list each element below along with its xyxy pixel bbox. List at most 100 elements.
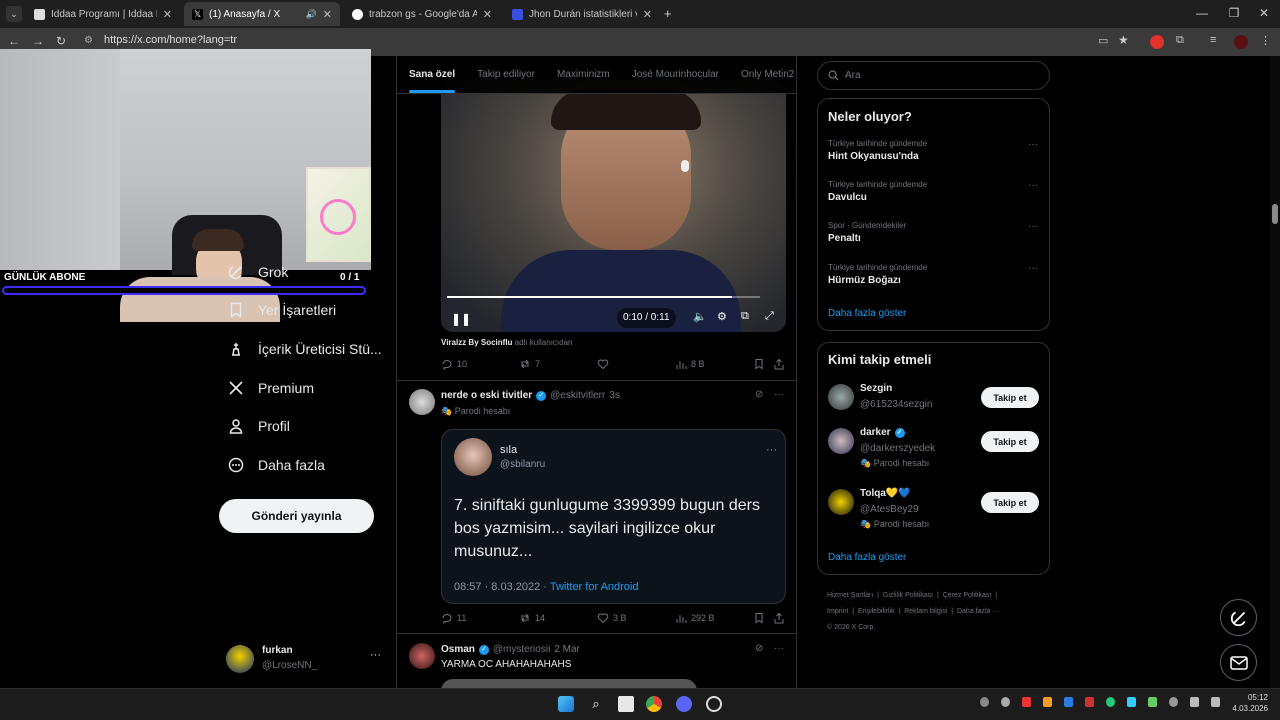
browser-tab-iddaa[interactable]: İddaa Programı | İddaa Bülteni ✕ bbox=[26, 2, 180, 26]
quoted-post[interactable]: sıla @sbilanru ··· 7. siniftaki gunlugum… bbox=[441, 429, 786, 604]
messages-float-button[interactable] bbox=[1220, 644, 1257, 681]
like-action[interactable] bbox=[597, 358, 675, 370]
post-avatar[interactable] bbox=[409, 643, 435, 669]
quoted-more-icon[interactable]: ··· bbox=[766, 444, 777, 456]
account-switcher[interactable]: furkan @LroseNN_ ··· bbox=[226, 644, 386, 676]
fullscreen-icon[interactable]: ⤢ bbox=[765, 310, 774, 323]
grok-post-icon[interactable]: ⊘ bbox=[755, 643, 763, 654]
post-more-icon[interactable]: ··· bbox=[774, 389, 784, 400]
trend-item[interactable]: Türkiye tarihinde gündemde Hürmüz Boğazı… bbox=[828, 263, 1043, 286]
reading-list-icon[interactable]: ≡ bbox=[1210, 34, 1216, 46]
tray-icon[interactable] bbox=[1043, 697, 1052, 707]
site-info-icon[interactable]: ⚙ bbox=[84, 35, 93, 46]
close-tab-icon[interactable]: ✕ bbox=[483, 8, 492, 21]
post-more-icon[interactable]: ··· bbox=[774, 643, 784, 654]
trend-more-icon[interactable]: ··· bbox=[1028, 263, 1038, 274]
bookmark-action[interactable] bbox=[753, 612, 773, 624]
trends-show-more[interactable]: Daha fazla göster bbox=[828, 308, 906, 319]
tray-icon[interactable] bbox=[1127, 697, 1136, 707]
follow-button[interactable]: Takip et bbox=[981, 492, 1039, 513]
nav-creator-studio[interactable]: İçerik Üreticisi Stü... bbox=[228, 341, 382, 357]
footer-link[interactable]: Reklam bilgisi bbox=[904, 608, 947, 615]
follow-suggestion[interactable]: Tolqa💛💙 @AtesBey29 🎭 Parodi hesabı Takip… bbox=[828, 488, 1043, 532]
chrome-taskbar-icon[interactable] bbox=[646, 696, 662, 712]
close-tab-icon[interactable]: ✕ bbox=[643, 8, 652, 21]
footer-link[interactable]: Imprint bbox=[827, 608, 848, 615]
browser-menu-icon[interactable]: ⋮ bbox=[1260, 34, 1271, 47]
picture-in-picture-icon[interactable]: ⧉ bbox=[741, 310, 749, 323]
nav-bookmarks[interactable]: Yer İşaretleri bbox=[228, 302, 336, 318]
nav-profile[interactable]: Profil bbox=[228, 418, 290, 434]
reply-action[interactable]: 11 bbox=[441, 612, 519, 624]
trend-item[interactable]: Türkiye tarihinde gündemde Davulcu ··· bbox=[828, 180, 1043, 203]
repost-action[interactable]: 14 bbox=[519, 612, 597, 624]
browser-tab-duran[interactable]: Jhon Durán istatistikleri ve reyti ✕ bbox=[504, 2, 660, 26]
nav-grok[interactable]: Grok bbox=[228, 264, 288, 280]
follow-button[interactable]: Takip et bbox=[981, 431, 1039, 452]
task-view-icon[interactable] bbox=[618, 696, 634, 712]
taskbar-search-icon[interactable]: ⌕ bbox=[588, 696, 604, 712]
account-more-icon[interactable]: ··· bbox=[370, 649, 381, 661]
extension-icon[interactable] bbox=[1150, 35, 1164, 49]
trend-item[interactable]: Spor · Gündemdekiler Penaltı ··· bbox=[828, 221, 1043, 244]
post-handle[interactable]: @mysteriosii bbox=[493, 644, 550, 655]
bookmark-star-icon[interactable]: ★ bbox=[1118, 33, 1129, 47]
reload-icon[interactable]: ↻ bbox=[56, 34, 66, 48]
page-scrollbar[interactable] bbox=[1270, 56, 1280, 688]
bookmark-action[interactable] bbox=[753, 358, 773, 370]
tab-search-button[interactable]: ⌄ bbox=[6, 6, 22, 22]
footer-link[interactable]: Daha fazla ··· bbox=[957, 608, 999, 615]
trend-more-icon[interactable]: ··· bbox=[1028, 139, 1038, 150]
install-app-icon[interactable]: ▭ bbox=[1098, 34, 1108, 47]
pause-icon[interactable]: ❚❚ bbox=[451, 312, 471, 326]
views-action[interactable]: 8 B bbox=[675, 358, 753, 370]
post-time[interactable]: 3s bbox=[609, 390, 620, 401]
settings-icon[interactable]: ⚙ bbox=[717, 310, 727, 323]
url-field[interactable]: https://x.com/home?lang=tr bbox=[104, 34, 237, 46]
speaker-icon[interactable]: 🔊 bbox=[306, 9, 317, 20]
trend-more-icon[interactable]: ··· bbox=[1028, 221, 1038, 232]
video-progress-track[interactable] bbox=[447, 296, 760, 298]
taskbar-clock[interactable]: 05:12 4.03.2026 bbox=[1224, 692, 1268, 714]
forward-icon[interactable]: → bbox=[32, 34, 44, 48]
views-action[interactable]: 292 B bbox=[675, 612, 753, 624]
new-tab-button[interactable]: + bbox=[664, 6, 672, 21]
search-box[interactable]: Ara bbox=[817, 61, 1050, 90]
browser-tab-x[interactable]: 𝕏 (1) Anasayfa / X 🔊 ✕ bbox=[184, 2, 340, 26]
grok-post-icon[interactable]: ⊘ bbox=[755, 389, 763, 400]
share-action[interactable] bbox=[773, 358, 785, 370]
discord-taskbar-icon[interactable] bbox=[676, 696, 692, 712]
network-icon[interactable] bbox=[1190, 697, 1199, 707]
tray-icon[interactable] bbox=[1085, 697, 1094, 707]
post-author[interactable]: Osman bbox=[441, 644, 475, 655]
like-action[interactable]: 3 B bbox=[597, 612, 675, 624]
follow-suggestion[interactable]: Sezgin @615234sezgin Takip et bbox=[828, 383, 1043, 413]
microphone-icon[interactable] bbox=[1169, 697, 1178, 707]
repost-action[interactable]: 7 bbox=[519, 358, 597, 370]
volume-icon[interactable]: 🔈 bbox=[693, 310, 707, 323]
back-icon[interactable]: ← bbox=[8, 34, 20, 48]
post-time[interactable]: 2 Mar bbox=[554, 644, 580, 655]
tab-for-you[interactable]: Sana özel bbox=[409, 69, 456, 93]
bluetooth-icon[interactable] bbox=[1064, 697, 1073, 707]
tab-list-mourinho[interactable]: José Mourinhocular bbox=[632, 69, 719, 80]
tab-list-metin2[interactable]: Only Metin2 bbox=[741, 69, 794, 80]
follow-suggestion[interactable]: darker ✓ @darkerszyedek 🎭 Parodi hesabı … bbox=[828, 427, 1043, 471]
footer-link[interactable]: Çerez Politikası bbox=[943, 592, 992, 599]
tray-icon[interactable] bbox=[1022, 697, 1031, 707]
maximize-button[interactable]: ❐ bbox=[1224, 6, 1244, 20]
tab-following[interactable]: Takip ediliyor bbox=[477, 69, 535, 80]
close-tab-icon[interactable]: ✕ bbox=[163, 8, 172, 21]
post-handle[interactable]: @eskitvitlerr bbox=[550, 390, 605, 401]
quoted-source[interactable]: Twitter for Android bbox=[550, 581, 639, 593]
footer-link[interactable]: Erişilebilirlik bbox=[858, 608, 895, 615]
footer-link[interactable]: Hizmet Şartları bbox=[827, 592, 873, 599]
obs-taskbar-icon[interactable] bbox=[706, 696, 722, 712]
footer-link[interactable]: Gizlilik Politikası bbox=[883, 592, 933, 599]
close-window-button[interactable]: ✕ bbox=[1254, 6, 1274, 20]
trend-item[interactable]: Türkiye tarihinde gündemde Hint Okyanusu… bbox=[828, 139, 1043, 162]
nav-premium[interactable]: Premium bbox=[228, 380, 314, 396]
tray-icon[interactable] bbox=[1148, 697, 1157, 707]
post-button[interactable]: Gönderi yayınla bbox=[219, 499, 374, 533]
post-media[interactable] bbox=[441, 679, 697, 688]
